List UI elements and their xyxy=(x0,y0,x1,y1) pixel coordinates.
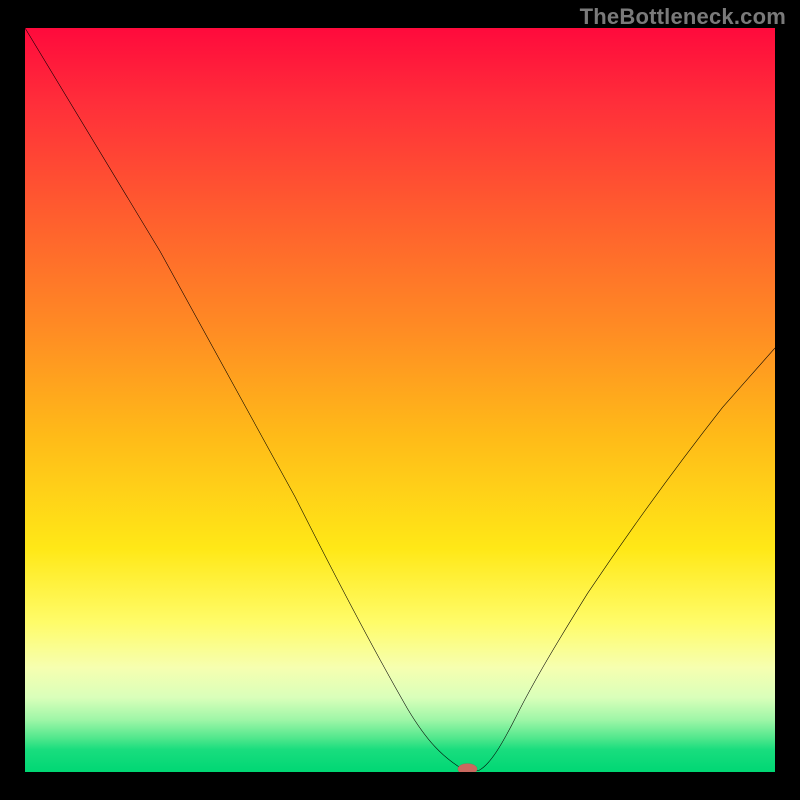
curve-left-arm xyxy=(25,28,479,771)
watermark-text: TheBottleneck.com xyxy=(580,4,786,30)
curve-layer xyxy=(25,28,775,772)
chart-frame: TheBottleneck.com xyxy=(0,0,800,800)
bottleneck-marker xyxy=(458,763,478,772)
curve-right-arm xyxy=(479,348,775,771)
plot-area xyxy=(25,28,775,772)
